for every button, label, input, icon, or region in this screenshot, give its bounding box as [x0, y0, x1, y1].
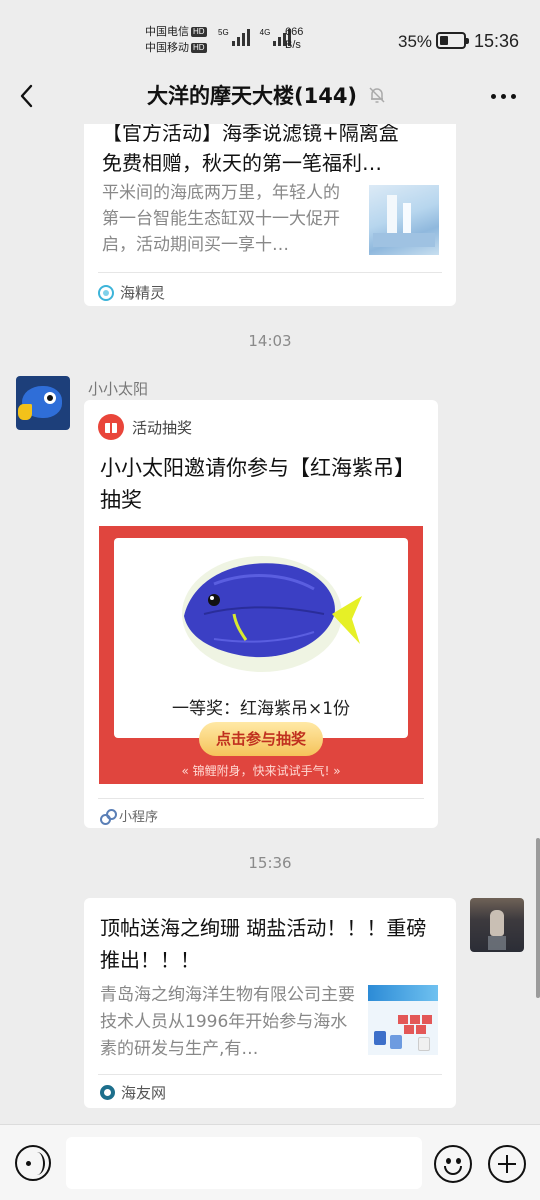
- mini-program-source: 小程序: [100, 806, 158, 825]
- signal-4g-label: 4G: [259, 28, 271, 37]
- lottery-slogan: « 锦鲤附身，快来试试手气! »: [181, 764, 341, 778]
- divider: [98, 272, 442, 273]
- input-bar: [0, 1124, 540, 1200]
- lottery-tag: 活动抽奖: [132, 418, 193, 437]
- chat-header: 大洋的摩天大楼(144): [0, 66, 540, 124]
- battery-icon: [436, 32, 469, 49]
- haiyou-logo-icon: [100, 1085, 115, 1100]
- purple-tang-fish-image: [182, 556, 362, 672]
- mini-program-icon: [100, 808, 117, 825]
- article-1-title-line1: 【官方活动】海季说滤镜+隔离盒: [102, 124, 399, 145]
- hai-jingling-logo-icon: [98, 284, 114, 301]
- article-card-1[interactable]: 【官方活动】海季说滤镜+隔离盒 免费相赠，秋天的第一笔福利… 平米间的海底两万里…: [84, 124, 456, 306]
- bell-off-icon: [369, 87, 385, 103]
- divider: [98, 798, 424, 799]
- chat-area[interactable]: 【官方活动】海季说滤镜+隔离盒 免费相赠，秋天的第一笔福利… 平米间的海底两万里…: [0, 124, 540, 1124]
- message-input[interactable]: [66, 1137, 422, 1189]
- avatar-sender[interactable]: [16, 376, 70, 430]
- mini-program-label: 小程序: [119, 810, 159, 825]
- article-1-title: 【官方活动】海季说滤镜+隔离盒 免费相赠，秋天的第一笔福利…: [102, 124, 442, 178]
- scrollbar[interactable]: [536, 838, 540, 998]
- lottery-card[interactable]: 活动抽奖 小小太阳邀请你参与【红海紫吊】抽奖 一等奖：红海紫吊×1份 点击参与抽…: [84, 400, 438, 828]
- lottery-banner[interactable]: 一等奖：红海紫吊×1份 点击参与抽奖 « 锦鲤附身，快来试试手气! »: [99, 526, 423, 784]
- plus-icon[interactable]: [488, 1145, 526, 1183]
- timestamp: 14:03: [248, 332, 292, 350]
- emoji-icon[interactable]: [434, 1145, 472, 1183]
- network-speed: 666 B/s: [285, 26, 303, 52]
- article-1-source-name: 海精灵: [120, 284, 166, 302]
- article-1-title-line2: 免费相赠，秋天的第一笔福利…: [102, 151, 382, 175]
- hd-badge: HD: [191, 43, 207, 54]
- article-2-title: 顶帖送海之绚珊 瑚盐活动！！！重磅推出！！！: [100, 916, 427, 972]
- chevron-left-icon[interactable]: [14, 82, 42, 110]
- sender-name: 小小太阳: [88, 380, 149, 398]
- divider: [98, 1074, 442, 1075]
- battery-percent: 35%: [398, 32, 433, 51]
- signal-5g-icon: 5G: [218, 28, 250, 46]
- article-1-description: 平米间的海底两万里，年轻人的第一台智能生态缸双十一大促开启，活动期间买一享十…: [102, 183, 340, 255]
- title-group: 大洋的摩天大楼(144): [147, 80, 387, 110]
- article-2-source: 海友网: [100, 1082, 166, 1103]
- more-horizontal-icon[interactable]: [491, 94, 516, 99]
- lottery-header: 活动抽奖: [98, 414, 192, 440]
- avatar-self[interactable]: [470, 898, 524, 952]
- join-lottery-button[interactable]: 点击参与抽奖: [199, 722, 323, 756]
- hd-badge: HD: [191, 27, 207, 38]
- prize-panel: 一等奖：红海紫吊×1份: [114, 538, 408, 738]
- article-2-description: 青岛海之绚海洋生物有限公司主要技术人员从1996年开始参与海水素的研发与生产,有…: [100, 985, 355, 1059]
- gift-icon: [98, 414, 124, 440]
- article-card-2[interactable]: 顶帖送海之绚珊 瑚盐活动！！！重磅推出！！！ 青岛海之绚海洋生物有限公司主要技术…: [84, 898, 456, 1108]
- article-1-source: 海精灵: [98, 282, 165, 303]
- speed-unit: B/s: [285, 39, 301, 51]
- carrier-2: 中国移动: [145, 42, 189, 54]
- speed-value: 666: [285, 26, 304, 38]
- chat-title: 大洋的摩天大楼(144): [147, 84, 358, 108]
- carrier-1: 中国电信: [145, 26, 189, 38]
- prize-text: 一等奖：红海紫吊×1份: [171, 699, 351, 719]
- article-2-source-name: 海友网: [121, 1084, 167, 1102]
- carrier-info: 中国电信 HD 中国移动 HD: [145, 24, 207, 56]
- timestamp: 15:36: [248, 854, 292, 872]
- status-bar: 中国电信 HD 中国移动 HD 5G 4G 666 B/s 35% 15:36: [0, 0, 540, 66]
- signal-5g-label: 5G: [218, 28, 229, 37]
- battery-fill: [440, 36, 448, 45]
- article-1-thumbnail: [369, 185, 439, 255]
- voice-icon[interactable]: [15, 1145, 51, 1181]
- lottery-title: 小小太阳邀请你参与【红海紫吊】抽奖: [100, 456, 415, 512]
- article-2-thumbnail: [368, 985, 438, 1055]
- status-time: 15:36: [474, 31, 520, 51]
- signal-icons: 5G 4G: [218, 28, 292, 46]
